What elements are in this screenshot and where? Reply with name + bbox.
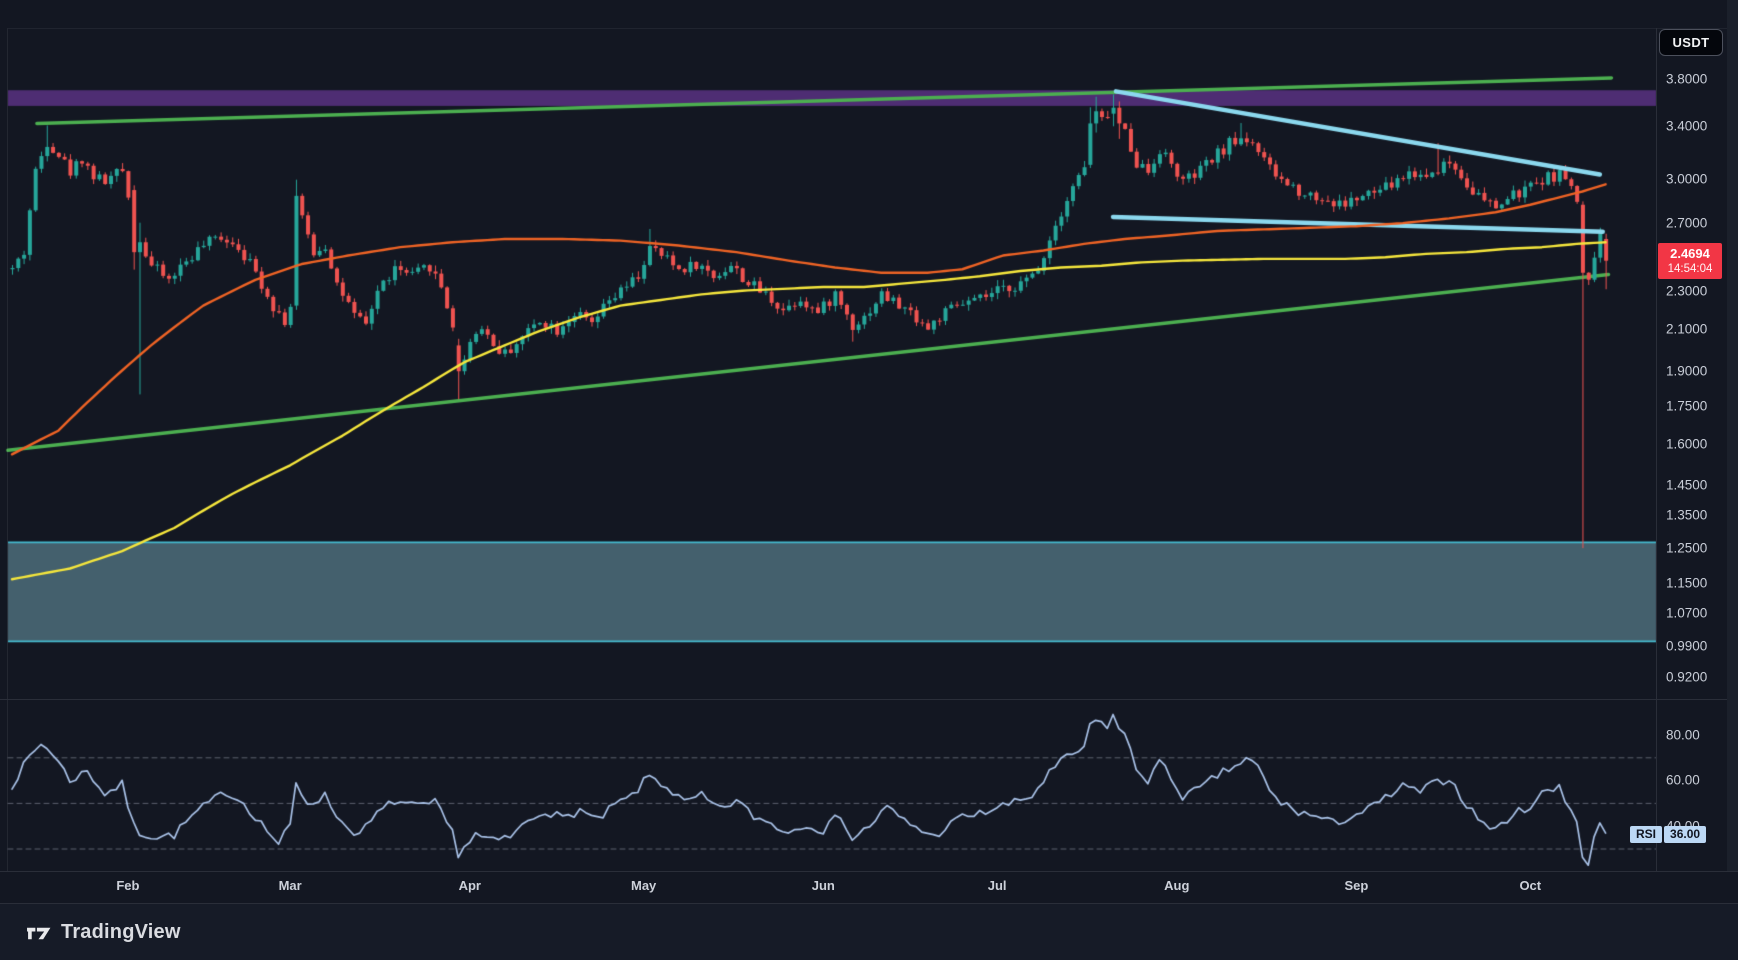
tradingview-logo-icon [26,920,52,946]
left-border [7,28,8,903]
price-tick-label: 3.8000 [1666,72,1707,87]
price-tick-label: 1.9000 [1666,364,1707,379]
price-tick-label: 1.4500 [1666,478,1707,493]
tradingview-logo-text: TradingView [61,921,181,944]
price-tick-label: 2.3000 [1666,283,1707,298]
footer-bar: TradingView [0,903,1738,960]
price-tick-label: 3.0000 [1666,171,1707,186]
last-price-value: 2.4694 [1658,246,1722,262]
rsi-label: RSI [1630,826,1662,843]
bar-countdown: 14:54:04 [1658,262,1722,276]
rsi-tick-label: 80.00 [1666,727,1700,742]
window-right-gutter [1727,0,1738,960]
price-tick-label: 1.1500 [1666,575,1707,590]
month-label: Oct [1519,878,1541,893]
month-label: Mar [279,878,302,893]
month-label: Feb [116,878,139,893]
price-tick-label: 1.3500 [1666,508,1707,523]
rsi-tick-label: 60.00 [1666,773,1700,788]
month-label: Jul [988,878,1007,893]
price-tick-label: 3.4000 [1666,118,1707,133]
month-label: Jun [812,878,835,893]
chart-canvas[interactable] [0,0,1738,960]
tradingview-brand[interactable]: TradingView [26,920,181,946]
price-tick-label: 1.6000 [1666,436,1707,451]
time-axis[interactable] [0,871,1738,904]
price-tick-label: 1.0700 [1666,606,1707,621]
month-label: Aug [1164,878,1189,893]
month-label: Sep [1345,878,1369,893]
price-tick-label: 2.1000 [1666,322,1707,337]
price-tick-label: 0.9200 [1666,669,1707,684]
symbol-badge[interactable]: USDT [1659,29,1723,56]
month-label: May [631,878,656,893]
rsi-value-badge: RSI 36.00 [1630,826,1706,843]
last-price-label: 2.4694 14:54:04 [1658,243,1722,280]
price-axis-border [1656,28,1657,903]
month-label: Apr [459,878,481,893]
top-border [8,28,1727,29]
chart-window: Shayannv created with TradingView.com, O… [0,0,1738,960]
price-tick-label: 1.7500 [1666,398,1707,413]
price-tick-label: 1.2500 [1666,540,1707,555]
price-tick-label: 0.9900 [1666,639,1707,654]
rsi-value: 36.00 [1664,826,1706,843]
price-tick-label: 2.7000 [1666,216,1707,231]
pane-divider[interactable] [0,699,1727,700]
